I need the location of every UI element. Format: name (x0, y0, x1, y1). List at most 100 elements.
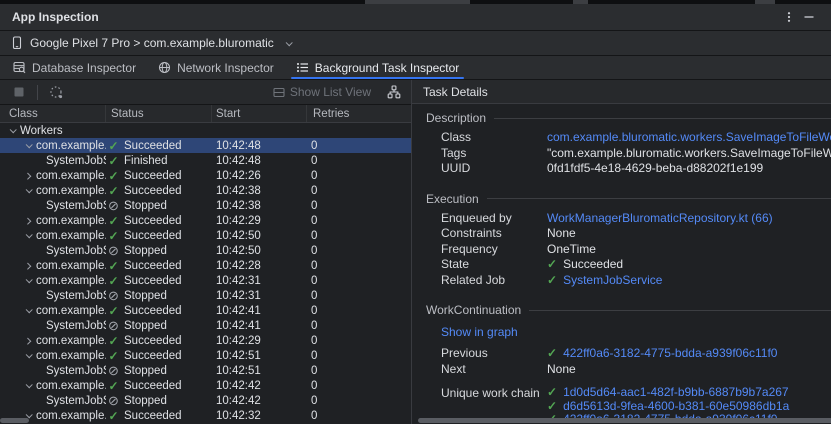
worker-status-cell: ✓ Succeeded (106, 305, 212, 317)
detail-label: Class (441, 130, 547, 146)
worker-status-cell: ✓ Succeeded (106, 215, 212, 227)
detail-row: Tags "com.example.bluromatic.workers.Sav… (441, 146, 831, 162)
detail-value: 0fd1fdf5-4e18-4629-beba-d88202f1e199 (547, 161, 763, 177)
minimize-icon[interactable] (799, 7, 819, 27)
table-row[interactable]: com.example.bl ✓ Succeeded 10:42:42 0 (0, 378, 411, 393)
show-graph-view-button[interactable] (383, 82, 405, 102)
table-row[interactable]: SystemJobS ⊘ Stopped 10:42:41 0 (0, 318, 411, 333)
table-row[interactable]: com.example.bl ✓ Succeeded 10:42:50 0 (0, 228, 411, 243)
detail-value-text[interactable]: WorkManagerBluromaticRepository.kt (66) (547, 211, 773, 225)
tab-background-task-inspector[interactable]: Background Task Inspector (285, 56, 471, 79)
table-row[interactable]: com.example.bl ✓ Succeeded 10:42:41 0 (0, 303, 411, 318)
show-list-view-button[interactable]: Show List View (273, 85, 371, 99)
table-header: Class Status Start Retries (0, 105, 411, 123)
detail-label: Previous (441, 346, 547, 362)
worker-class-cell: com.example.bl (0, 335, 106, 347)
chevron-icon[interactable] (21, 233, 36, 238)
chevron-icon[interactable] (21, 143, 36, 148)
horizontal-scrollbar-thumb[interactable] (418, 418, 831, 423)
table-row[interactable]: com.example.bl ✓ Succeeded 10:42:29 0 (0, 333, 411, 348)
detail-value-text[interactable]: com.example.bluromatic.workers.SaveImage… (547, 130, 831, 144)
worker-class-cell: com.example.bl (0, 380, 106, 392)
column-header-retries[interactable]: Retries (307, 105, 405, 122)
column-header-status[interactable]: Status (106, 105, 212, 122)
worker-class-label: com.example.bl (36, 185, 106, 197)
chevron-icon[interactable] (21, 278, 36, 283)
tab-database-inspector[interactable]: Database Inspector (2, 56, 147, 79)
status-icon: ⊘ (107, 200, 120, 212)
chevron-icon[interactable] (21, 353, 36, 358)
worker-retries: 0 (307, 245, 405, 257)
table-row[interactable]: com.example.bl ✓ Succeeded 10:42:32 0 (0, 408, 411, 423)
chevron-icon[interactable] (21, 263, 36, 268)
chain-item: ✓1d0d5d64-aac1-482f-b9bb-6887b9b7a267 (547, 386, 789, 400)
status-icon: ✓ (107, 380, 120, 392)
detail-row: Class com.example.bluromatic.workers.Sav… (441, 130, 831, 146)
worker-retries: 0 (307, 395, 405, 407)
status-icon: ✓ (107, 305, 120, 317)
worker-start-time: 10:42:51 (212, 350, 307, 362)
stop-inspector-button[interactable] (8, 82, 30, 102)
chevron-icon[interactable] (21, 383, 36, 388)
status-label: Succeeded (124, 305, 182, 317)
tab-network-inspector[interactable]: Network Inspector (147, 56, 285, 79)
table-row[interactable]: com.example.bl ✓ Succeeded 10:42:28 0 (0, 258, 411, 273)
chain-work-link[interactable]: 1d0d5d64-aac1-482f-b9bb-6887b9b7a267 (563, 385, 789, 399)
worker-status-cell: ✓ Succeeded (106, 380, 212, 392)
table-row[interactable]: SystemJobS ⊘ Stopped 10:42:50 0 (0, 243, 411, 258)
table-row[interactable]: com.example.bl ✓ Succeeded 10:42:29 0 (0, 213, 411, 228)
worker-retries: 0 (307, 290, 405, 302)
show-in-graph-link[interactable]: Show in graph (441, 325, 518, 339)
table-row[interactable]: com.example.bl ✓ Succeeded 10:42:48 0 (0, 138, 411, 153)
worker-retries: 0 (307, 380, 405, 392)
column-header-class[interactable]: Class (0, 105, 106, 122)
chevron-icon[interactable] (21, 173, 36, 178)
horizontal-scrollbar-thumb[interactable] (0, 418, 29, 423)
detail-label: State (441, 257, 547, 273)
column-header-start[interactable]: Start (212, 105, 307, 122)
top-edge-segment (573, 0, 588, 4)
chevron-icon[interactable] (21, 338, 36, 343)
detail-row: Constraints None (441, 226, 831, 242)
table-row[interactable]: com.example.bl ✓ Succeeded 10:42:26 0 (0, 168, 411, 183)
chevron-icon[interactable] (21, 218, 36, 223)
status-icon: ✓ (107, 215, 120, 227)
check-icon: ✓ (547, 257, 557, 271)
detail-value: None (547, 362, 576, 378)
table-row[interactable]: com.example.bl ✓ Succeeded 10:42:38 0 (0, 183, 411, 198)
chevron-icon[interactable] (21, 188, 36, 193)
tab-label: Background Task Inspector (315, 61, 460, 75)
detail-label: Next (441, 362, 547, 378)
worker-retries: 0 (307, 260, 405, 272)
worker-class-label: SystemJobS (46, 320, 106, 332)
table-row[interactable]: com.example.bl ✓ Succeeded 10:42:51 0 (0, 348, 411, 363)
chevron-down-icon[interactable] (5, 128, 20, 133)
worker-class-label: com.example.bl (36, 305, 106, 317)
chevron-icon[interactable] (21, 308, 36, 313)
options-menu-icon[interactable] (779, 7, 799, 27)
worker-class-label: com.example.bl (36, 170, 106, 182)
detail-value-text[interactable]: SystemJobService (563, 273, 662, 287)
worker-status-cell: ✓ Succeeded (106, 335, 212, 347)
worker-start-time: 10:42:41 (212, 305, 307, 317)
group-row-workers[interactable]: Workers (0, 123, 411, 138)
previous-work-link[interactable]: 422ff0a6-3182-4775-bdda-a939f06c11f0 (563, 346, 777, 360)
table-row[interactable]: SystemJobS ⊘ Stopped 10:42:31 0 (0, 288, 411, 303)
table-row[interactable]: com.example.bl ✓ Succeeded 10:42:31 0 (0, 273, 411, 288)
chain-work-link[interactable]: d6d5613d-9fea-4600-b381-60e50986db1a (563, 399, 789, 413)
phone-icon (11, 36, 23, 50)
table-row[interactable]: SystemJobS ✓ Finished 10:42:48 0 (0, 153, 411, 168)
table-row[interactable]: SystemJobS ⊘ Stopped 10:42:38 0 (0, 198, 411, 213)
table-row[interactable]: SystemJobS ⊘ Stopped 10:42:42 0 (0, 393, 411, 408)
worker-start-time: 10:42:41 (212, 320, 307, 332)
table-row[interactable]: SystemJobS ⊘ Stopped 10:42:51 0 (0, 363, 411, 378)
worker-start-time: 10:42:48 (212, 140, 307, 152)
device-process-selector[interactable]: Google Pixel 7 Pro > com.example.bluroma… (0, 31, 831, 56)
worker-status-cell: ⊘ Stopped (106, 320, 212, 332)
detail-value: "com.example.bluromatic.workers.SaveImag… (547, 146, 831, 162)
worker-start-time: 10:42:31 (212, 275, 307, 287)
tab-label: Database Inspector (32, 61, 136, 75)
task-list-toolbar: Show List View (0, 80, 411, 105)
live-updates-button[interactable] (45, 82, 67, 102)
worker-class-cell: com.example.bl (0, 230, 106, 242)
